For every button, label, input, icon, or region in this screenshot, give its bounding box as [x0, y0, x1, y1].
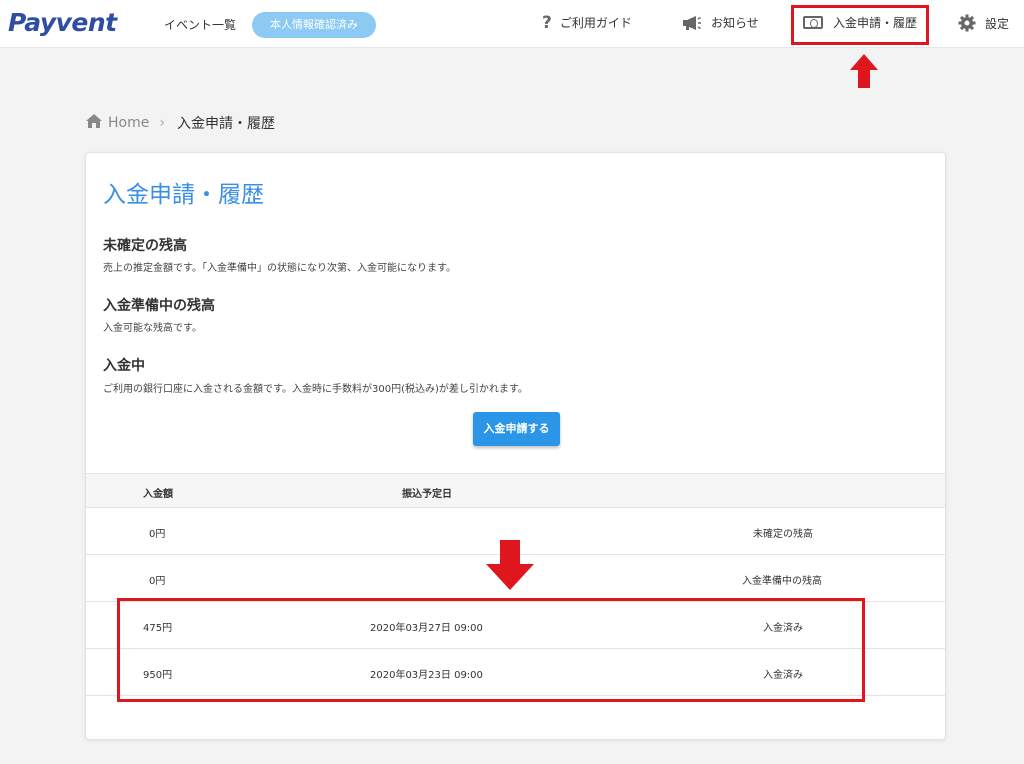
payvent-logo[interactable]: Payvent: [8, 8, 117, 37]
deposit-request-button[interactable]: 入金申請する: [473, 412, 560, 446]
table-header: 入金額 振込予定日: [86, 473, 945, 508]
nav-news-link[interactable]: お知らせ: [682, 14, 759, 31]
row-status: 入金準備中の残高: [742, 576, 822, 587]
unconfirmed-balance-heading: 未確定の残高: [103, 238, 187, 254]
page-title: 入金申請・履歴: [103, 182, 264, 208]
megaphone-icon: [682, 15, 702, 31]
question-icon: ?: [542, 12, 552, 33]
nav-news-label: お知らせ: [711, 16, 759, 30]
preparing-balance-heading: 入金準備中の残高: [103, 298, 215, 314]
unconfirmed-balance-desc: 売上の推定金額です。「入金準備中」の状態になり次第、入金可能になります。: [103, 263, 456, 274]
gear-icon: [958, 14, 976, 32]
verified-badge: 本人情報確認済み: [252, 12, 376, 38]
column-header-date: 振込予定日: [402, 489, 452, 500]
in-deposit-heading: 入金中: [103, 358, 145, 374]
in-deposit-desc: ご利用の銀行口座に入金される金額です。入金時に手数料が300円(税込み)が差し引…: [103, 384, 528, 395]
row-status: 未確定の残高: [753, 529, 813, 540]
nav-guide-link[interactable]: ? ご利用ガイド: [542, 14, 632, 31]
arrow-up-icon: [850, 54, 878, 88]
breadcrumb: Home › 入金申請・履歴: [86, 113, 275, 133]
column-header-amount: 入金額: [143, 489, 173, 500]
breadcrumb-home-link[interactable]: Home: [108, 115, 149, 131]
arrow-down-icon: [486, 540, 534, 590]
home-icon: [86, 114, 102, 132]
chevron-right-icon: ›: [159, 115, 165, 131]
nav-events-link[interactable]: イベント一覧: [164, 16, 236, 33]
preparing-balance-desc: 入金可能な残高です。: [103, 323, 202, 334]
nav-settings-label: 設定: [985, 16, 1010, 31]
nav-guide-label: ご利用ガイド: [559, 16, 632, 30]
row-amount: 0円: [149, 529, 166, 540]
annotation-highlight-nav: [791, 5, 929, 45]
breadcrumb-current: 入金申請・履歴: [176, 116, 275, 132]
nav-settings-link[interactable]: 設定: [958, 14, 1009, 32]
annotation-highlight-rows: [117, 598, 865, 702]
row-amount: 0円: [149, 576, 166, 587]
